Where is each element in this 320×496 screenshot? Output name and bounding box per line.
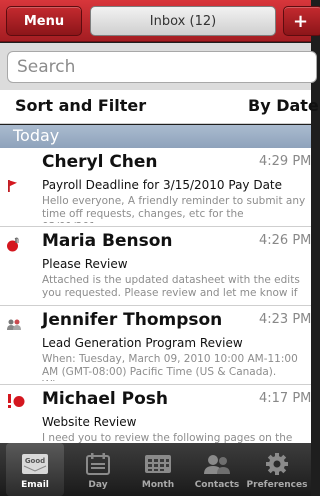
contacts-icon	[202, 451, 232, 477]
good-email-icon: Good	[21, 451, 49, 477]
gear-icon	[265, 451, 289, 477]
red-flag-icon	[6, 178, 20, 197]
sort-value[interactable]: By Date	[248, 96, 319, 115]
inbox-folder-button[interactable]: Inbox (12)	[90, 6, 276, 36]
tab-label: Day	[88, 480, 108, 490]
message-sender: Maria Benson	[42, 231, 173, 251]
compose-button[interactable]: +	[283, 6, 320, 36]
message-sender: Cheryl Chen	[42, 152, 158, 172]
message-time: 4:26 PM	[259, 233, 311, 248]
message-list: Cheryl Chen 4:29 PM Payroll Deadline for…	[0, 148, 311, 443]
search-input[interactable]	[7, 51, 317, 83]
section-header-today: Today	[0, 125, 311, 148]
message-subject: Website Review	[42, 415, 137, 429]
menu-button[interactable]: Menu	[6, 6, 82, 36]
meeting-people-icon	[6, 317, 22, 336]
tab-month[interactable]: Month	[129, 443, 187, 496]
search-bar	[0, 43, 317, 90]
message-row[interactable]: Maria Benson 4:26 PM Please Review Attac…	[0, 227, 311, 306]
high-priority-unread-icon	[6, 393, 26, 413]
tab-label: Month	[141, 480, 175, 490]
tab-email[interactable]: Good Email	[6, 443, 64, 496]
message-subject: Payroll Deadline for 3/15/2010 Pay Date	[42, 178, 283, 192]
svg-text:Good: Good	[25, 457, 45, 465]
message-time: 4:17 PM	[259, 391, 311, 406]
message-sender: Jennifer Thompson	[42, 310, 223, 330]
tab-label: Contacts	[194, 480, 240, 490]
sort-filter-bar[interactable]: Sort and Filter By Date	[0, 90, 319, 124]
message-subject: Lead Generation Program Review	[42, 336, 243, 350]
tab-preferences[interactable]: Preferences	[246, 443, 308, 496]
sort-filter-label: Sort and Filter	[15, 96, 147, 115]
tab-label: Preferences	[246, 480, 308, 490]
message-row[interactable]: Jennifer Thompson 4:23 PM Lead Generatio…	[0, 306, 311, 385]
message-time: 4:29 PM	[259, 154, 311, 169]
day-calendar-icon	[85, 451, 111, 477]
tab-label: Email	[21, 480, 49, 490]
message-row[interactable]: Cheryl Chen 4:29 PM Payroll Deadline for…	[0, 148, 311, 227]
unread-attachment-icon	[6, 237, 20, 257]
message-row[interactable]: Michael Posh 4:17 PM Website Review I ne…	[0, 385, 311, 443]
message-preview: I need you to review the following pages…	[42, 432, 293, 443]
month-calendar-icon	[144, 451, 172, 477]
message-time: 4:23 PM	[259, 312, 311, 327]
message-preview: Hello everyone, A friendly reminder to s…	[42, 195, 306, 223]
tab-day[interactable]: Day	[69, 443, 127, 496]
tab-contacts[interactable]: Contacts	[188, 443, 246, 496]
top-toolbar: Menu Inbox (12) +	[0, 0, 320, 42]
message-preview: Attached is the updated datasheet with t…	[42, 274, 300, 302]
message-preview: When: Tuesday, March 09, 2010 10:00 AM-1…	[42, 353, 298, 381]
bottom-tab-bar: Good Email Day Month Contacts Preference…	[0, 443, 311, 496]
message-sender: Michael Posh	[42, 389, 169, 409]
message-subject: Please Review	[42, 257, 128, 271]
